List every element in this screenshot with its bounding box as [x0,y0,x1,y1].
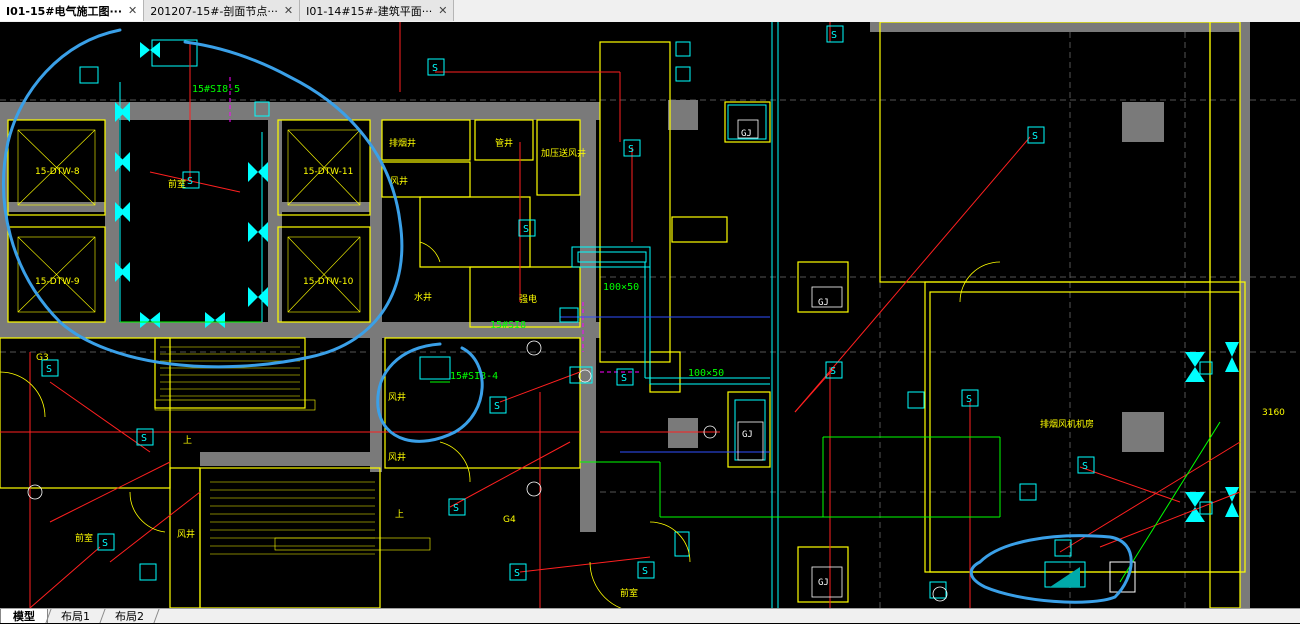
svg-text:S: S [1082,461,1088,472]
elevator-label: 15-DTW-8 [35,167,80,177]
svg-text:S: S [432,63,438,74]
dimension-label: 3160 [1262,408,1285,418]
room-label: 排烟井 [389,137,416,149]
equipment-label: 15#SI8-5 [192,84,240,95]
room-label: 风井 [388,451,406,463]
junction-label: GJ [742,430,753,440]
tab-section-detail[interactable]: 201207-15#-剖面节点··· ✕ [144,0,301,21]
stair-direction-mark: 上 [395,509,404,520]
room-label: 管井 [495,137,513,149]
svg-text:S: S [514,568,520,579]
svg-text:S: S [523,224,529,235]
tab-label: 201207-15#-剖面节点··· [150,4,278,18]
room-label: 加压送风井 [541,147,586,159]
elevator-label: 15-DTW-11 [303,167,353,177]
svg-text:S: S [966,394,972,405]
duct-size-label: 100×50 [603,282,639,293]
svg-text:S: S [831,30,837,41]
junction-label: GJ [818,298,829,308]
drawing-canvas[interactable]: 15-DTW-8 15-DTW-11 15-DTW-9 15-DTW-10 SS… [0,22,1300,608]
room-label: 风井 [177,528,195,540]
axis-label: G4 [503,515,516,525]
elevator-label: 15-DTW-10 [303,277,354,287]
svg-text:S: S [453,503,459,514]
tab-electrical-drawing[interactable]: I01-15#电气施工图··· ✕ [0,0,145,21]
svg-text:S: S [628,144,634,155]
junction-label: GJ [741,129,752,139]
svg-text:S: S [830,366,836,377]
layout-tab-bar: 模型 布局1 布局2 [0,608,1300,623]
room-label: 前室 [168,178,186,190]
layout-tab-model[interactable]: 模型 [0,609,48,623]
tab-label: I01-15#电气施工图··· [6,4,123,18]
svg-text:S: S [46,364,52,375]
svg-text:S: S [141,433,147,444]
tab-label: I01-14#15#-建筑平面··· [306,4,433,18]
elevator-label: 15-DTW-9 [35,277,80,287]
svg-text:S: S [187,176,193,187]
duct-size-label: 100×50 [688,368,724,379]
room-label: 前室 [620,587,638,599]
tab-architectural-plan[interactable]: I01-14#15#-建筑平面··· ✕ [300,0,455,21]
room-label: 排烟风机机房 [1040,418,1094,430]
close-icon[interactable]: ✕ [284,4,293,17]
close-icon[interactable]: ✕ [438,4,447,17]
junction-label: GJ [818,578,829,588]
room-label: 前室 [75,532,93,544]
svg-text:S: S [102,538,108,549]
equipment-label: 15#SI8-4 [450,371,498,382]
axis-label: G3 [36,353,49,363]
svg-text:S: S [621,373,627,384]
equipment-label: 15#SI8 [490,320,526,331]
layout-tab-1[interactable]: 布局1 [49,609,102,623]
room-label: 风井 [388,391,406,403]
room-label: 水井 [414,291,432,303]
layout-tab-2[interactable]: 布局2 [103,609,156,623]
document-tab-bar: I01-15#电气施工图··· ✕ 201207-15#-剖面节点··· ✕ I… [0,0,1300,23]
close-icon[interactable]: ✕ [128,4,137,17]
svg-text:S: S [1032,131,1038,142]
room-label: 强电 [519,293,537,305]
svg-text:S: S [642,566,648,577]
svg-text:S: S [494,401,500,412]
stair-direction-mark: 上 [183,435,192,446]
